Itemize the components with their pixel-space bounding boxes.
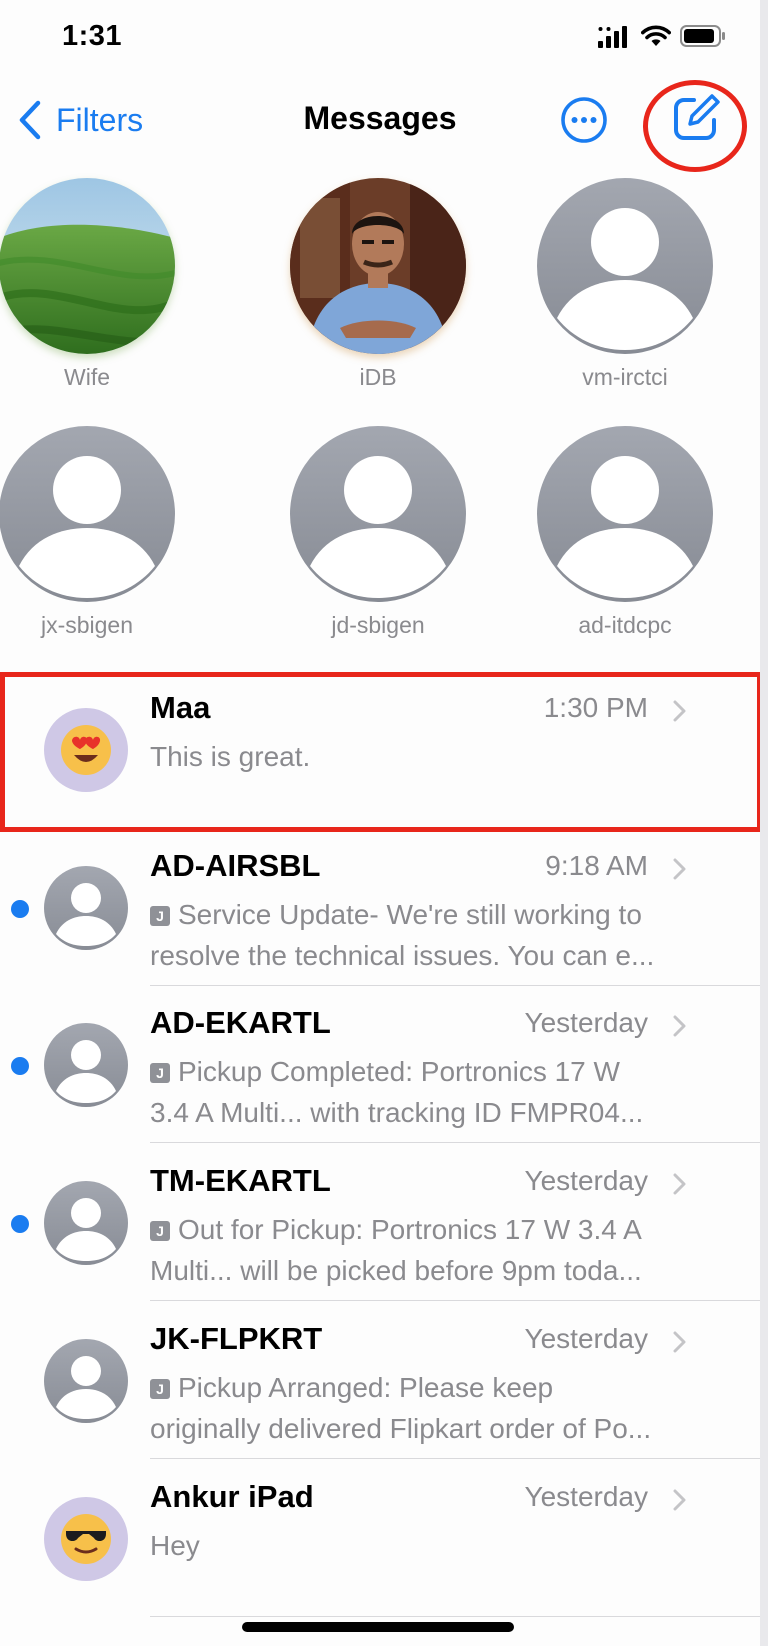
preview-line: J Out for Pickup: Portronics 17 W 3.4 A (150, 1209, 720, 1250)
unread-indicator (11, 900, 29, 918)
filters-label: Filters (56, 101, 144, 138)
chevron-right-icon (673, 1489, 686, 1511)
chevron-right-icon (673, 1173, 686, 1195)
pinned-contact-vm-irctci[interactable]: vm-irctci (525, 178, 725, 391)
conversation-sender: AD-EKARTL (150, 1005, 331, 1040)
preview-line: This is great. (150, 741, 311, 772)
pinned-contact-jx-sbigen[interactable]: jx-sbigen (0, 426, 187, 639)
default-person-icon (44, 1339, 128, 1423)
status-bar: 1:31 (0, 0, 760, 72)
sender-badge-icon: J (150, 1221, 170, 1241)
conversation-sender: Ankur iPad (150, 1479, 314, 1514)
pinned-name: iDB (359, 364, 397, 390)
conversation-sender: JK-FLPKRT (150, 1321, 323, 1356)
conversation-sender: Maa (150, 690, 211, 725)
conversation-preview: Hey (150, 1525, 720, 1566)
default-person-icon (537, 426, 713, 602)
pinned-name: jd-sbigen (331, 612, 425, 638)
conversation-sender: TM-EKARTL (150, 1163, 331, 1198)
home-indicator[interactable] (242, 1622, 514, 1632)
screen-edge (760, 0, 768, 1646)
conversation-preview: J Service Update- We're still working to … (150, 894, 720, 976)
conversation-sender: AD-AIRSBL (150, 848, 321, 883)
conversation-row-jk-flpkrt[interactable]: JK-FLPKRT Yesterday J Pickup Arranged: Pl… (0, 1301, 760, 1459)
conversation-preview: J Out for Pickup: Portronics 17 W 3.4 A M… (150, 1209, 720, 1291)
conversation-time: Yesterday (524, 1165, 649, 1196)
conversation-row-ad-airsbl[interactable]: AD-AIRSBL 9:18 AM J Service Update- We're… (0, 828, 760, 986)
preview-line: 3.4 A Multi... with tracking ID FMPR04..… (150, 1097, 644, 1128)
more-options-icon[interactable] (560, 96, 608, 144)
wifi-icon (641, 25, 671, 46)
battery-icon (680, 25, 725, 47)
conversation-time: 1:30 PM (543, 692, 648, 723)
heart-eyes-emoji-avatar (44, 708, 128, 792)
conversation-row-ad-ekartl[interactable]: AD-EKARTL Yesterday J Pickup Completed: P… (0, 985, 760, 1143)
pinned-name: vm-irctci (582, 364, 668, 390)
preview-line: resolve the technical issues. You can e.… (150, 940, 655, 971)
conversation-time: Yesterday (524, 1323, 649, 1354)
default-person-icon (0, 426, 175, 602)
landscape-photo-avatar (0, 178, 175, 354)
default-person-icon (44, 866, 128, 950)
sunglasses-emoji-avatar (44, 1497, 128, 1581)
conversation-row-tm-ekartl[interactable]: TM-EKARTL Yesterday J Out for Pickup: Por… (0, 1143, 760, 1301)
sender-badge-icon: J (150, 1379, 170, 1399)
default-person-icon (537, 178, 713, 354)
conversation-row-ankur-ipad[interactable]: Ankur iPad Yesterday Hey (0, 1459, 760, 1617)
chevron-right-icon (673, 1015, 686, 1037)
preview-text: Pickup Completed: Portronics 17 W (178, 1056, 620, 1087)
chevron-right-icon (673, 700, 686, 722)
compose-icon[interactable] (668, 90, 724, 146)
preview-text: Service Update- We're still working to (178, 899, 642, 930)
preview-line: originally delivered Flipkart order of P… (150, 1413, 652, 1444)
chevron-right-icon (673, 858, 686, 880)
sender-badge-icon: J (150, 1063, 170, 1083)
conversation-preview: J Pickup Arranged: Please keep originally… (150, 1367, 720, 1449)
conversation-preview: This is great. (150, 736, 720, 777)
default-person-icon (44, 1023, 128, 1107)
preview-text: Pickup Arranged: Please keep (178, 1372, 554, 1403)
chevron-left-icon (19, 100, 41, 140)
sender-badge-icon: J (150, 906, 170, 926)
pinned-name: jx-sbigen (40, 612, 134, 638)
default-person-icon (290, 426, 466, 602)
conversation-time: Yesterday (524, 1481, 649, 1512)
chevron-right-icon (673, 1331, 686, 1353)
conversation-preview: J Pickup Completed: Portronics 17 W 3.4 A… (150, 1051, 720, 1133)
preview-line: Multi... will be picked before 9pm toda.… (150, 1255, 642, 1286)
status-time: 1:31 (62, 20, 123, 52)
unread-indicator (11, 1215, 29, 1233)
pinned-name: Wife (64, 364, 110, 390)
default-person-icon (44, 1181, 128, 1265)
row-separator (150, 1616, 760, 1617)
conversation-time: 9:18 AM (545, 850, 648, 881)
conversation-row-maa[interactable]: Maa 1:30 PM This is great. (0, 670, 760, 828)
pinned-contact-idb[interactable]: iDB (278, 178, 478, 391)
preview-line: Hey (150, 1530, 200, 1561)
pinned-contact-jd-sbigen[interactable]: jd-sbigen (278, 426, 478, 639)
pinned-name: ad-itdcpc (578, 612, 672, 638)
preview-text: Out for Pickup: Portronics 17 W 3.4 A (178, 1214, 642, 1245)
filters-back-button[interactable]: Filters (18, 96, 143, 144)
conversation-time: Yesterday (524, 1007, 649, 1038)
preview-line: J Service Update- We're still working to (150, 894, 720, 935)
navigation-bar: Filters Messages (0, 80, 760, 160)
unread-indicator (11, 1057, 29, 1075)
preview-line: J Pickup Completed: Portronics 17 W (150, 1051, 720, 1092)
pinned-contact-wife[interactable]: Wife (0, 178, 187, 391)
cellular-signal-icon (598, 26, 627, 48)
person-photo-avatar (290, 178, 466, 354)
messages-screen: 1:31 Filters Messages Wife iDB vm-irctci… (0, 0, 760, 1646)
pinned-contact-ad-itdcpc[interactable]: ad-itdcpc (525, 426, 725, 639)
preview-line: J Pickup Arranged: Please keep (150, 1367, 720, 1408)
